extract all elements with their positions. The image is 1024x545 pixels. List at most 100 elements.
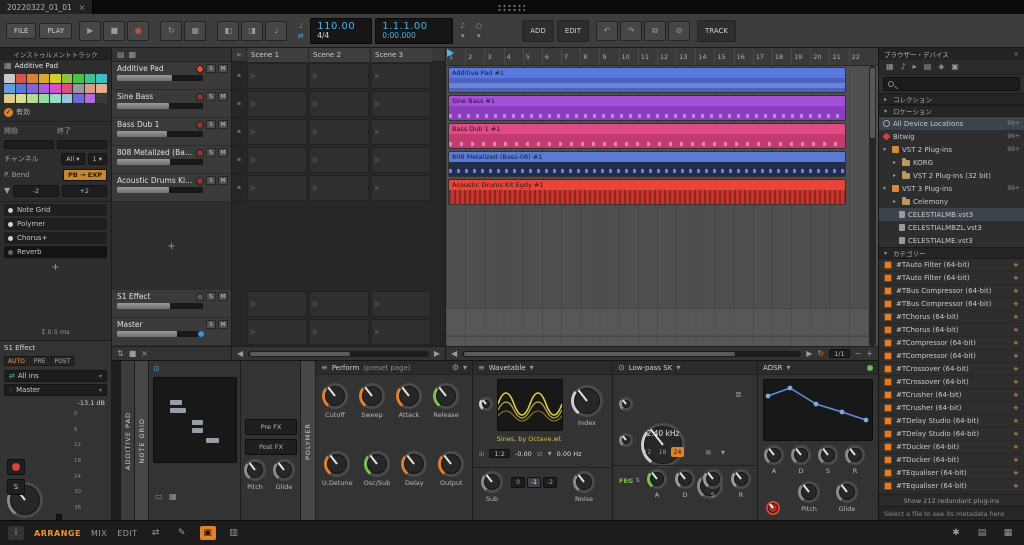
redo-button[interactable]: ↷ (619, 20, 642, 41)
music-tab-icon[interactable]: ▤ (924, 63, 932, 71)
remote-knob[interactable]: Delay (401, 451, 428, 487)
favorite-star-icon[interactable]: ★ (1013, 365, 1019, 373)
color-swatch[interactable] (15, 84, 27, 93)
envelope-knob[interactable]: S (703, 469, 723, 499)
color-swatch[interactable] (4, 74, 15, 83)
plugin-result-item[interactable]: #TCrusher (64-bit) ★ (879, 389, 1024, 402)
favorite-star-icon[interactable]: ★ (1013, 469, 1019, 477)
chevron-down-icon[interactable]: ▾ (676, 363, 680, 372)
punch-out-button[interactable]: ◨ (241, 20, 264, 41)
record-arm-button[interactable] (196, 176, 204, 185)
chevron-down-icon[interactable]: ▾ (721, 449, 725, 457)
samples-tab-icon[interactable]: ▸ (913, 63, 917, 71)
noise-knob[interactable]: Noise (573, 471, 595, 503)
panel-grid-icon[interactable]: ▦ (1000, 526, 1016, 540)
filter-drive-knob[interactable] (619, 397, 633, 411)
copy-button[interactable]: ⧉ (643, 20, 666, 41)
time-value[interactable]: 0:00.000 (382, 31, 446, 40)
solo-button[interactable]: S (206, 64, 216, 73)
color-swatch[interactable] (73, 74, 84, 83)
zoom-out-icon[interactable]: − (855, 349, 862, 358)
color-swatch[interactable] (15, 94, 27, 103)
plugin-result-item[interactable]: #TDelay Studio (64-bit) ★ (879, 415, 1024, 428)
metronome-button[interactable]: ♩ (265, 20, 288, 41)
color-swatch[interactable] (27, 94, 38, 103)
start-field[interactable] (4, 140, 54, 149)
solo-button[interactable]: S (7, 479, 25, 495)
arranger-clip[interactable]: Additive Pad #1 (448, 67, 846, 93)
plugin-result-item[interactable]: #TAuto Filter (64-bit) ★ (879, 272, 1024, 285)
filter-keytrack-knob[interactable] (619, 433, 633, 447)
location-item[interactable]: ▸ Celemony (879, 195, 1024, 208)
wave-icon[interactable]: ≋ (705, 449, 712, 457)
plugin-result-item[interactable]: #TEqualiser (64-bit) ★ (879, 480, 1024, 493)
color-swatch[interactable] (96, 94, 107, 103)
track-button[interactable]: TRACK (696, 19, 736, 42)
plugin-result-item[interactable]: #TChorus (64-bit) ★ (879, 324, 1024, 337)
plugin-result-item[interactable]: #TChorus (64-bit) ★ (879, 311, 1024, 324)
envelope-knob[interactable]: A (647, 469, 667, 499)
clip-slot[interactable] (370, 290, 432, 318)
arranger-clip[interactable]: 808 Metalized (Bass-08) #1 (448, 151, 846, 177)
record-arm-button[interactable] (196, 120, 204, 129)
clip-slot[interactable] (308, 174, 370, 202)
record-arm-button[interactable] (7, 459, 25, 475)
device-chain-item[interactable]: Note Grid (4, 204, 107, 216)
collections-section-header[interactable]: ▸ コレクション (879, 93, 1024, 105)
post-button[interactable]: POST (50, 356, 75, 366)
clear-icon[interactable]: × (141, 349, 148, 358)
cutoff-readout[interactable]: 2.40 kHz (637, 429, 689, 438)
record-arm-button[interactable] (196, 148, 204, 157)
mute-button[interactable]: M (218, 292, 228, 301)
channel-out-select[interactable]: 1 ▾ (87, 153, 107, 165)
record-button[interactable]: ● (127, 20, 150, 41)
project-tab[interactable]: 20220322_01_01 × (0, 0, 94, 14)
detune-value[interactable]: -0.00 (515, 450, 532, 458)
undo-button[interactable]: ↶ (595, 20, 618, 41)
clip-slot[interactable] (308, 118, 370, 146)
edit-button[interactable]: EDIT (556, 19, 589, 42)
add-button[interactable]: ADD (522, 19, 554, 42)
plugin-result-item[interactable]: #TAuto Filter (64-bit) ★ (879, 259, 1024, 272)
arranger-clip[interactable]: Sine Bass #1 (448, 95, 846, 121)
position-display[interactable]: 1.1.1.00 0:00.000 (375, 17, 454, 44)
stop-all-icon[interactable]: ■ (129, 349, 137, 358)
wavetable-display[interactable] (497, 379, 563, 431)
arranger-hscrollbar[interactable] (462, 350, 802, 357)
color-swatch[interactable] (50, 74, 61, 83)
wavetable-file-name[interactable]: Sines, by Octave.wt (481, 435, 577, 443)
octave-option[interactable]: -2 (543, 477, 557, 488)
clip-slot[interactable] (370, 62, 432, 90)
color-swatch[interactable] (15, 74, 27, 83)
track-row[interactable]: Sine Bass S M (112, 90, 231, 118)
slope-option[interactable]: 12 (641, 447, 654, 457)
favorite-star-icon[interactable]: ★ (1013, 430, 1019, 438)
scroll-right-icon[interactable]: ▶ (434, 349, 440, 358)
plugin-result-item[interactable]: #TCompressor (64-bit) ★ (879, 350, 1024, 363)
chevron-down-icon[interactable]: ▾ (463, 363, 467, 372)
clip-slot[interactable] (246, 118, 308, 146)
fill-button[interactable]: ▦ (184, 20, 207, 41)
mute-button[interactable]: M (218, 176, 228, 185)
updown-icon[interactable]: ⇅ (635, 478, 640, 484)
end-field[interactable] (57, 140, 107, 149)
zoom-level[interactable]: 1/1 (829, 349, 850, 358)
location-item[interactable]: ▸ KORG (879, 156, 1024, 169)
clip-slot[interactable] (308, 290, 370, 318)
favorite-star-icon[interactable]: ★ (1013, 300, 1019, 308)
clip-slot[interactable] (308, 318, 370, 346)
scroll-left-icon[interactable]: ◀ (451, 349, 457, 358)
file-button[interactable]: FILE (6, 22, 37, 39)
plugin-result-item[interactable]: #TDucker (64-bit) ★ (879, 441, 1024, 454)
envelope-knob[interactable]: R (845, 445, 865, 475)
polymer-device-strip[interactable]: POLYMER (300, 361, 315, 521)
favorite-star-icon[interactable]: ★ (1013, 482, 1019, 490)
volume-fader[interactable] (117, 331, 204, 337)
presets-tab-icon[interactable]: ♪ (901, 63, 906, 71)
location-item[interactable]: CELESTIALME.vst3 (879, 234, 1024, 247)
scroll-left-icon[interactable]: ◀ (237, 349, 243, 358)
slope-option[interactable]: 24 (671, 447, 684, 457)
solo-button[interactable]: S (206, 320, 216, 329)
launcher-hscrollbar[interactable] (248, 350, 429, 357)
panel-bottom-icon[interactable]: ▤ (974, 526, 990, 540)
